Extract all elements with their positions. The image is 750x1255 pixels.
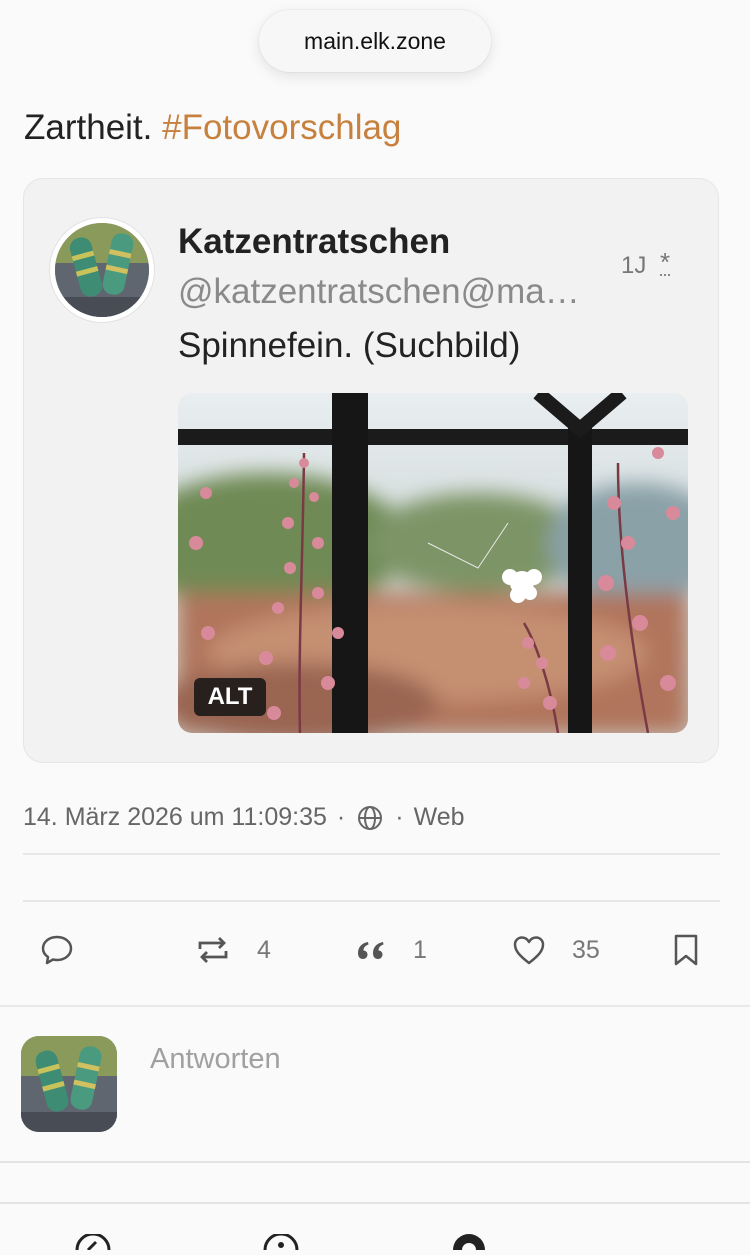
- post-client: Web: [413, 803, 465, 831]
- quote-count: 1: [413, 935, 427, 964]
- section-divider: [0, 1005, 750, 1007]
- visibility-icon: *: [660, 247, 671, 277]
- reply-composer-input[interactable]: Antworten: [150, 1043, 281, 1076]
- favourite-count: 35: [572, 935, 600, 964]
- hashtag-link[interactable]: #Fotovorschlag: [162, 108, 401, 147]
- quoted-relative-time[interactable]: 1J: [621, 252, 646, 280]
- divider: [23, 900, 720, 902]
- favourite-button[interactable]: 35: [512, 928, 600, 972]
- section-divider: [0, 1161, 750, 1163]
- quote-button[interactable]: 1: [355, 928, 427, 972]
- federated-icon[interactable]: [450, 1234, 488, 1255]
- post-content: Zartheit. #Fotovorschlag: [24, 108, 401, 148]
- current-user-avatar[interactable]: [21, 1036, 117, 1132]
- alt-text-badge[interactable]: ALT: [194, 678, 266, 716]
- compose-icon[interactable]: [74, 1232, 112, 1255]
- post-meta: 14. März 2026 um 11:09:35 · · Web: [23, 803, 465, 832]
- bookmark-button[interactable]: [672, 928, 700, 972]
- explore-icon[interactable]: [262, 1232, 300, 1255]
- meta-separator-2: ·: [395, 803, 404, 831]
- reply-button[interactable]: [40, 928, 100, 972]
- quoted-handle[interactable]: @katzentratschen@ma…: [178, 272, 598, 312]
- globe-icon: [357, 805, 383, 831]
- boost-icon: [198, 937, 228, 963]
- bookmark-icon: [674, 934, 698, 966]
- quoted-text: Spinnefein. (Suchbild): [178, 326, 521, 365]
- divider: [23, 853, 720, 855]
- quoted-avatar[interactable]: [50, 218, 154, 322]
- nav-divider: [0, 1202, 750, 1204]
- quote-icon: [358, 942, 384, 959]
- boost-button[interactable]: 4: [195, 928, 271, 972]
- avatar-image: [55, 223, 149, 317]
- reply-icon: [41, 935, 73, 965]
- post-text: Zartheit.: [24, 108, 163, 147]
- quoted-display-name[interactable]: Katzentratschen: [178, 222, 450, 262]
- address-bar[interactable]: main.elk.zone: [259, 10, 491, 72]
- boost-count: 4: [257, 935, 271, 964]
- avatar-image: [21, 1036, 117, 1132]
- meta-separator: ·: [336, 803, 346, 831]
- post-timestamp[interactable]: 14. März 2026 um 11:09:35: [23, 803, 327, 832]
- favourite-icon: [513, 936, 545, 965]
- url-text: main.elk.zone: [304, 27, 446, 54]
